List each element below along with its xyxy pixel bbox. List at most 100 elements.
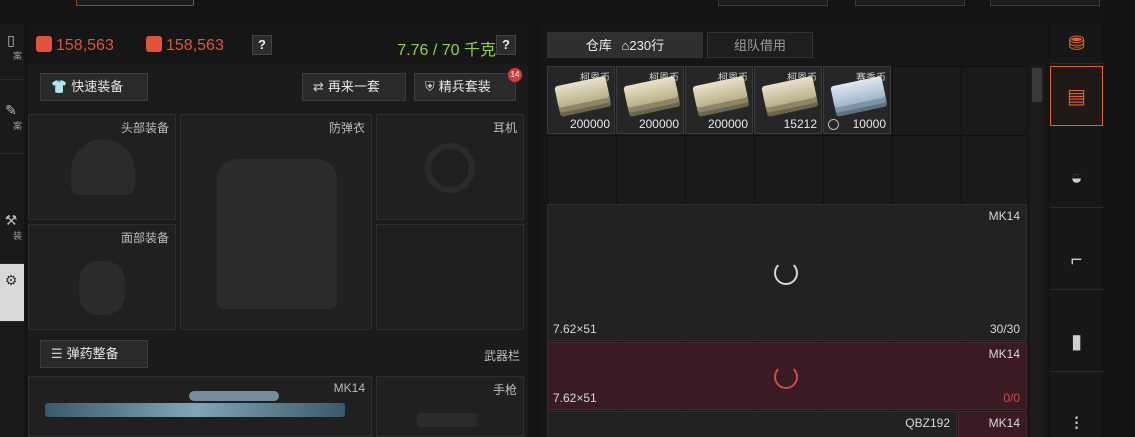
slot-head-label: 头部装备	[120, 121, 169, 135]
slot-face[interactable]: 面部装备	[28, 224, 176, 330]
nav-label: 案	[12, 51, 22, 61]
pistol-label: 手枪	[492, 383, 517, 397]
currency-a-value: 158,563	[56, 37, 114, 54]
weapon-item[interactable]: MK14 7.62×51 0/0	[547, 342, 1027, 410]
slot-extra[interactable]	[376, 224, 524, 330]
refresh-icon: ⇄	[313, 79, 324, 94]
backpack-icon	[36, 36, 52, 52]
top-tab[interactable]	[990, 0, 1100, 6]
category-ammo[interactable]: ⁝	[1050, 394, 1103, 437]
weapon-item[interactable]: QBZ192	[547, 411, 957, 437]
tab-team-borrow[interactable]: 组队借用	[707, 32, 813, 58]
shield-icon: ⛨	[425, 79, 435, 94]
shirt-icon: 👕	[51, 79, 68, 94]
top-tab[interactable]	[855, 0, 965, 6]
left-nav: ▯ 案 ✎ 案 ⚒ 装 ⚙	[0, 24, 24, 437]
help-button[interactable]: ?	[252, 35, 272, 55]
nav-item-equip[interactable]: ⚒ 装	[0, 204, 24, 264]
bag-icon	[146, 36, 162, 52]
loading-spinner-icon	[774, 261, 798, 285]
weapon-name: MK14	[988, 416, 1020, 430]
item-cell[interactable]: 柯恩币 200000	[685, 66, 753, 134]
nav-label: 装	[12, 231, 22, 241]
slot-primary-weapon[interactable]: MK14	[28, 376, 372, 437]
elite-badge: 14	[508, 68, 522, 82]
nav-label: 案	[12, 121, 22, 131]
weapon-ammo: 30/30	[989, 322, 1020, 336]
category-gear[interactable]: ◒	[1050, 148, 1103, 208]
tab-warehouse-label: 仓库	[585, 38, 612, 53]
stat-bar: 158,563 158,563 ? 7.76 / 70 千克 ?	[28, 24, 528, 64]
weapon-caliber: 7.62×51	[553, 322, 597, 336]
weapon-name: MK14	[988, 347, 1020, 361]
ammo-icon: ☰	[51, 346, 63, 361]
item-cell[interactable]: 柯恩币 15212	[754, 66, 822, 134]
item-qty: 15212	[783, 117, 817, 131]
weapon-item[interactable]: MK14 7.62×51 30/30	[547, 204, 1027, 341]
quick-equip-button[interactable]: 👕 快速装备	[40, 73, 148, 101]
scroll-thumb[interactable]	[1032, 68, 1042, 102]
currency-a: 158,563	[36, 36, 114, 55]
armor-icon: ▤	[1067, 86, 1086, 108]
far-right-edge	[1103, 0, 1135, 437]
primary-weapon-name: MK14	[333, 381, 365, 395]
ammo-prep-label: 弹药整备	[66, 346, 119, 361]
slot-headset-label: 耳机	[492, 121, 517, 135]
slot-armor-label: 防弹衣	[328, 121, 365, 135]
top-tab[interactable]	[718, 0, 828, 6]
slot-headset[interactable]: 耳机	[376, 114, 524, 220]
rifle-icon	[45, 403, 345, 417]
repeat-button[interactable]: ⇄ 再来一套	[302, 73, 406, 101]
currency-b-value: 158,563	[166, 37, 224, 54]
storage-grid: 柯恩币 200000 柯恩币 200000 柯恩币 200000 柯恩币 152…	[547, 66, 1027, 437]
cash-icon	[554, 75, 610, 109]
weapon-bar-label: 武器栏	[483, 349, 520, 363]
item-cell[interactable]: 柯恩币 200000	[616, 66, 684, 134]
repeat-label: 再来一套	[327, 79, 380, 94]
weight-readout: 7.76 / 70 千克	[397, 42, 496, 59]
category-magazines[interactable]: ▮	[1050, 312, 1103, 372]
weight-help-button[interactable]: ?	[496, 35, 516, 55]
tab-warehouse[interactable]: 仓库 ⌂230行	[547, 32, 703, 58]
top-strip	[0, 0, 1135, 24]
weapon-name: QBZ192	[905, 416, 950, 430]
category-currency[interactable]: ⛃	[1050, 24, 1103, 64]
nav-item-plans[interactable]: ✎ 案	[0, 94, 24, 154]
item-qty: 200000	[638, 117, 679, 131]
item-cell[interactable]: 柯恩币 200000	[547, 66, 615, 134]
category-rifles[interactable]: ⌐	[1050, 230, 1103, 290]
top-tab[interactable]	[76, 0, 194, 6]
ammo-icon: ⁝	[1073, 413, 1080, 435]
storage-panel: 仓库 ⌂230行 组队借用 柯恩币 200000 柯恩币 200000 柯恩币 …	[541, 24, 1046, 437]
season-cash-icon	[830, 75, 886, 109]
helmet-icon	[71, 139, 135, 195]
wrench-icon: ⚒	[4, 212, 18, 228]
item-cell[interactable]: 赛季币 10000	[823, 66, 891, 134]
nav-item-settings[interactable]: ⚙	[0, 264, 24, 322]
slot-pistol[interactable]: 手枪	[376, 376, 524, 437]
slot-armor[interactable]: 防弹衣	[180, 114, 372, 330]
item-qty: 200000	[707, 117, 748, 131]
item-qty: 200000	[569, 117, 610, 131]
cash-icon	[692, 75, 748, 109]
gear-icon: ⚙	[4, 272, 18, 288]
slot-head[interactable]: 头部装备	[28, 114, 176, 220]
storage-scrollbar[interactable]	[1030, 66, 1044, 437]
headset-icon	[425, 143, 475, 193]
weapon-caliber: 7.62×51	[553, 391, 597, 405]
action-row: 👕 快速装备 ⇄ 再来一套 ⛨ 精兵套装 14	[28, 68, 528, 104]
nav-item-files[interactable]: ▯ 案	[0, 24, 24, 80]
season-icon	[828, 119, 839, 130]
cash-icon	[761, 75, 817, 109]
rifle-icon: ⌐	[1070, 249, 1083, 271]
item-qty: 10000	[852, 117, 886, 131]
category-armor[interactable]: ▤	[1050, 66, 1103, 126]
weapon-item[interactable]: MK14	[958, 411, 1027, 437]
weapon-ammo: 0/0	[1003, 391, 1020, 405]
tab-rows-label: 230行	[629, 38, 665, 53]
quick-equip-label: 快速装备	[71, 79, 124, 94]
category-strip: ⛃ ▤ ◒ ⌐ ▮ ⁝	[1050, 24, 1103, 437]
slot-face-label: 面部装备	[120, 231, 169, 245]
elite-kit-button[interactable]: ⛨ 精兵套装 14	[414, 68, 522, 101]
ammo-prep-button[interactable]: ☰ 弹药整备	[40, 340, 148, 368]
